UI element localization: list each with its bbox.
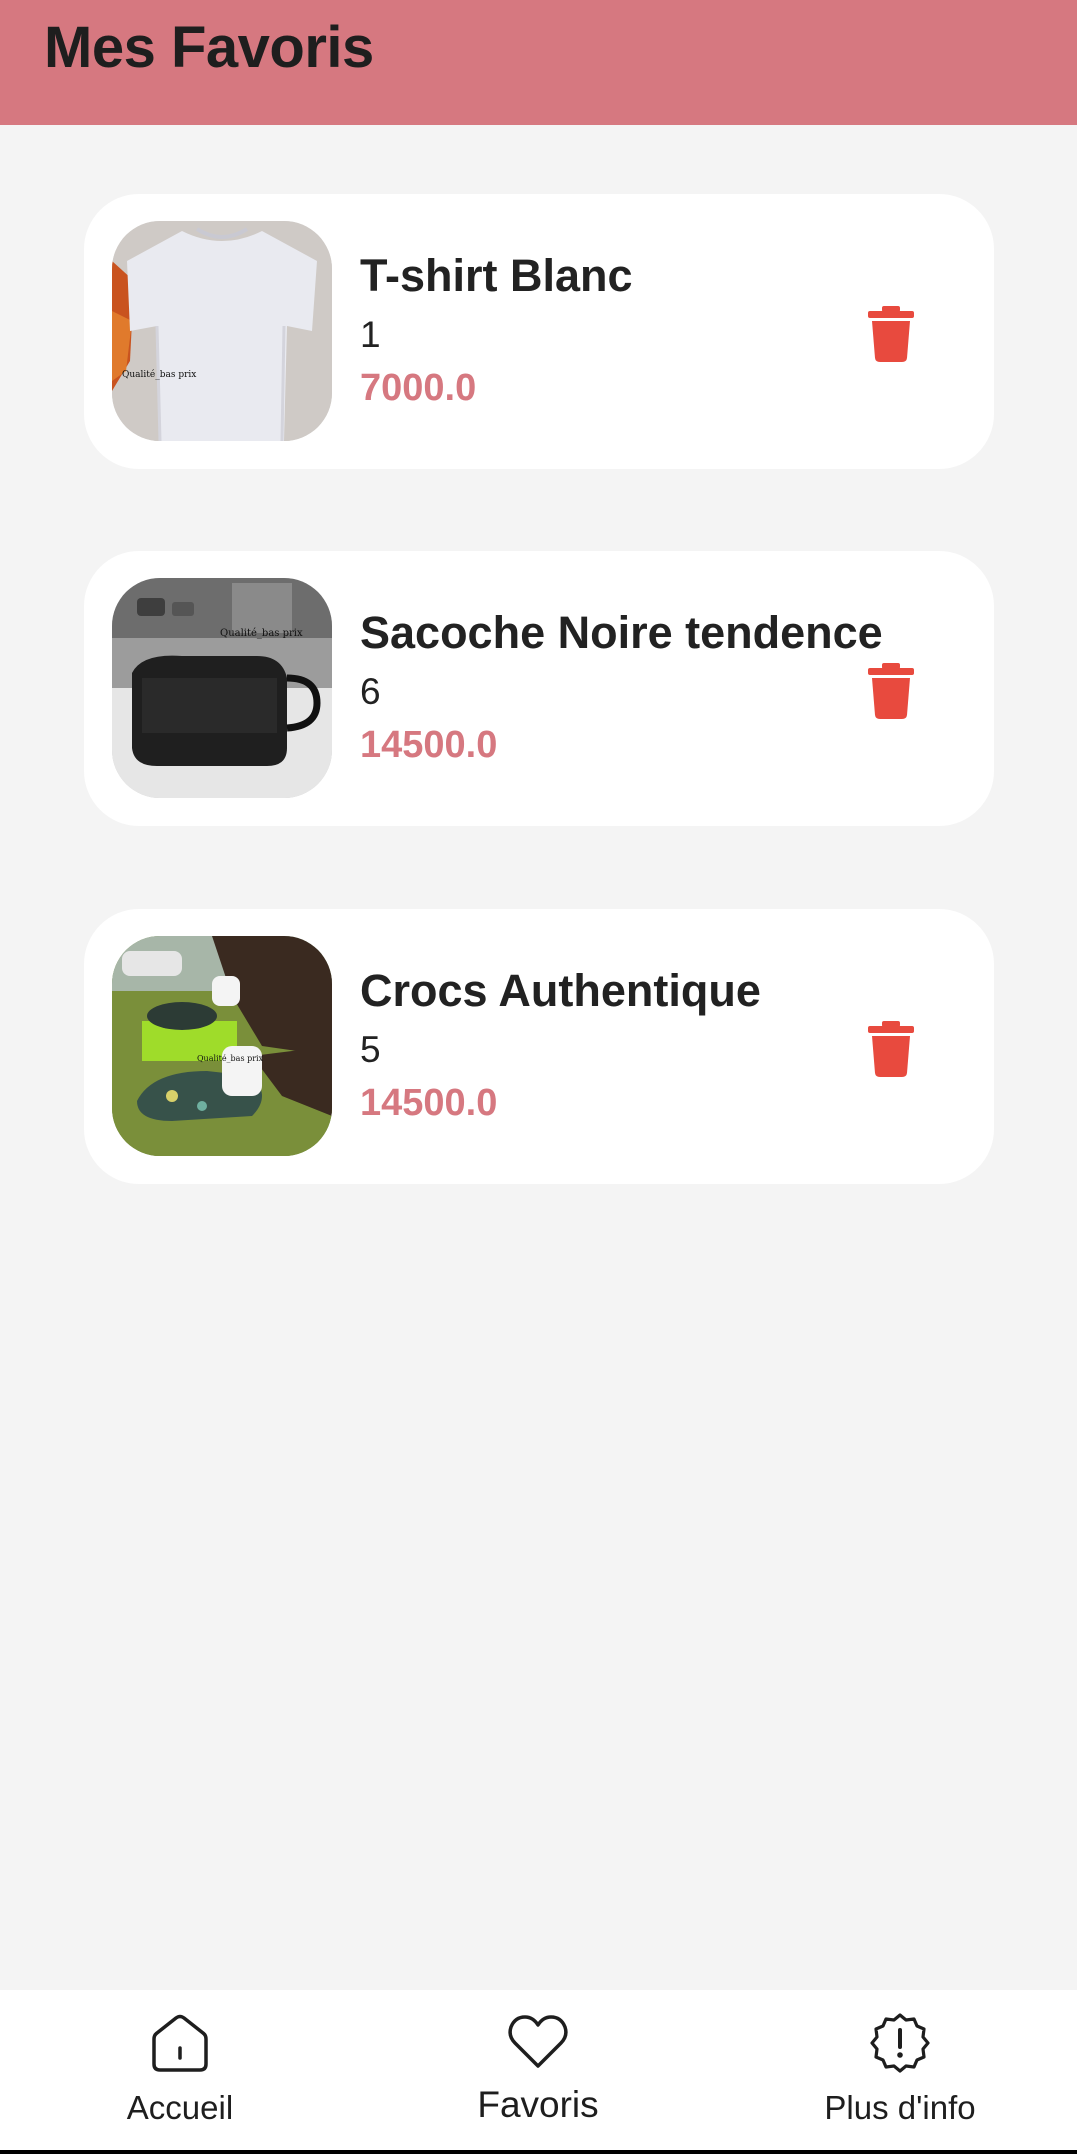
product-image-crocs: Qualité_bas prix [112,936,332,1156]
nav-label: Favoris [477,2084,599,2125]
home-icon [149,2012,211,2079]
nav-item-plus-info[interactable]: Plus d'info [800,1990,1000,2150]
product-name: Crocs Authentique [360,965,761,1016]
nav-item-accueil[interactable]: Accueil [80,1990,280,2150]
product-name: T-shirt Blanc [360,250,633,301]
product-price: 7000.0 [360,367,477,409]
gesture-bar [0,2150,1077,2154]
product-price: 14500.0 [360,1082,498,1124]
heart-icon [507,2014,569,2075]
delete-button[interactable] [866,663,916,719]
product-quantity: 5 [360,1029,381,1070]
delete-button[interactable] [866,1021,916,1077]
nav-label: Plus d'info [824,2089,976,2126]
product-quantity: 1 [360,314,381,355]
app-bar: Mes Favoris [0,0,1077,125]
nav-label: Accueil [126,2089,234,2126]
favorite-card[interactable]: Qualité_bas prix Crocs Authentique 5 145… [84,909,994,1184]
image-caption: Qualité_bas prix [220,628,303,639]
nav-item-favoris[interactable]: Favoris [438,1990,638,2150]
trash-icon [868,306,914,362]
product-image-tshirt: Qualité_bas prix [112,221,332,441]
delete-button[interactable] [866,306,916,362]
image-caption: Qualité_bas prix [197,1054,264,1063]
info-badge-icon [869,2012,931,2079]
bottom-navigation: Accueil Favoris Plus d'info [0,1990,1077,2150]
product-quantity: 6 [360,671,381,712]
product-name: Sacoche Noire tendence [360,607,883,658]
favorite-card[interactable]: Qualité_bas prix Sacoche Noire tendence … [84,551,994,826]
page-title: Mes Favoris [44,15,374,80]
product-price: 14500.0 [360,724,498,766]
trash-icon [868,663,914,719]
trash-icon [868,1021,914,1077]
favorite-card[interactable]: Qualité_bas prix T-shirt Blanc 1 7000.0 [84,194,994,469]
image-caption: Qualité_bas prix [122,369,196,380]
product-image-bag: Qualité_bas prix [112,578,332,798]
